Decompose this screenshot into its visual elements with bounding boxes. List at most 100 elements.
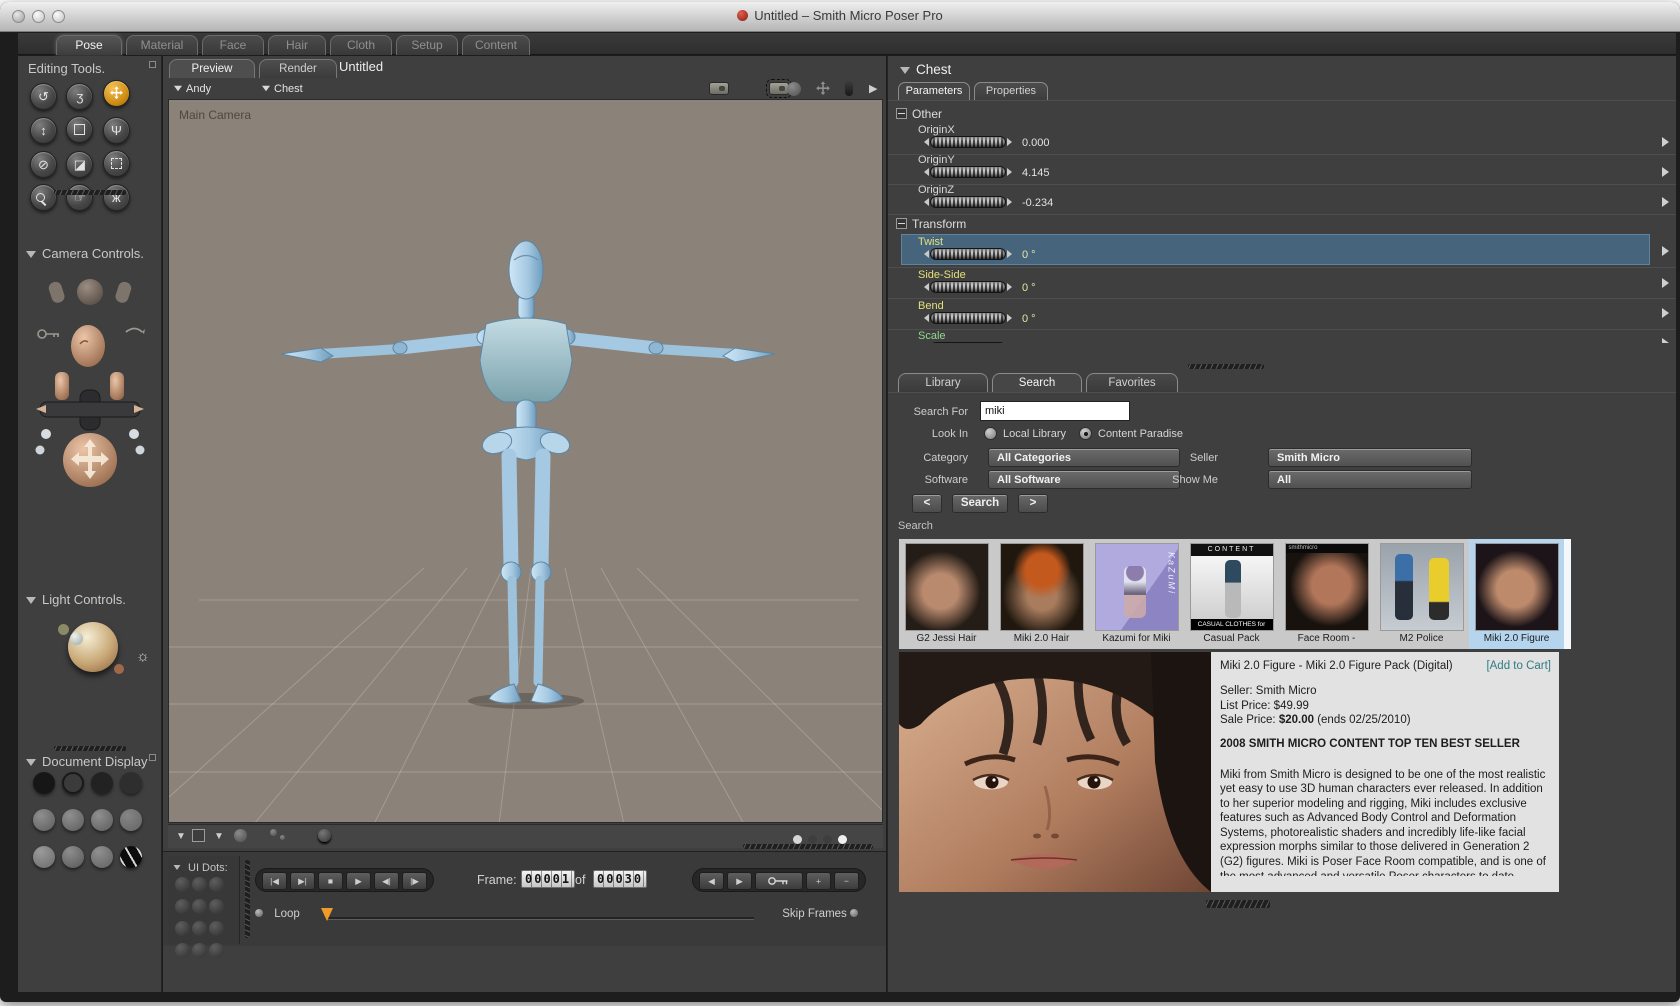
- tab-favorites[interactable]: Favorites: [1086, 373, 1178, 392]
- timeline-track[interactable]: [327, 917, 754, 920]
- anim-drag-handle[interactable]: [245, 860, 250, 938]
- category-dropdown[interactable]: All Categories: [988, 448, 1180, 467]
- radio-local-library-label[interactable]: Local Library: [1003, 428, 1066, 440]
- camera-controls-cluster[interactable]: [30, 268, 150, 490]
- edit-key-button[interactable]: [755, 872, 803, 890]
- camera-view-icon[interactable]: [709, 82, 729, 95]
- radio-content-paradise[interactable]: [1079, 427, 1092, 440]
- param-originx-value[interactable]: 0.000: [1022, 137, 1050, 149]
- tool-translate[interactable]: [102, 80, 130, 107]
- ui-dot[interactable]: [192, 921, 207, 936]
- tool-view-magnifier[interactable]: [30, 184, 57, 211]
- tab-properties[interactable]: Properties: [974, 82, 1048, 100]
- tab-search[interactable]: Search: [992, 373, 1082, 392]
- tool-direct-manipulation[interactable]: ж: [102, 184, 130, 211]
- loop-toggle[interactable]: [255, 909, 263, 917]
- tab-face[interactable]: Face: [202, 35, 264, 55]
- display-mode-cartoon[interactable]: [120, 809, 142, 831]
- ui-dot[interactable]: [209, 943, 224, 958]
- light-dot-3[interactable]: [114, 664, 124, 674]
- tracking-fast-icon[interactable]: [270, 829, 277, 836]
- display-mode-sketch[interactable]: [120, 846, 142, 868]
- tab-setup[interactable]: Setup: [396, 35, 458, 55]
- tab-preview[interactable]: Preview: [169, 59, 255, 78]
- ui-dot[interactable]: [192, 899, 207, 914]
- display-mode-texture-shaded[interactable]: [91, 846, 113, 868]
- sun-icon[interactable]: ☼: [136, 648, 150, 665]
- ui-dot[interactable]: [192, 877, 207, 892]
- tab-material[interactable]: Material: [126, 35, 198, 55]
- trackball-mini-icon[interactable]: [787, 82, 801, 96]
- light-dot-2[interactable]: [70, 632, 83, 645]
- tool-grouping[interactable]: [102, 150, 130, 177]
- display-mode-flat-shaded[interactable]: [62, 809, 84, 831]
- hand-grab-icon[interactable]: [845, 81, 853, 96]
- param-originz-dial[interactable]: [924, 196, 1012, 208]
- param-bend-dial[interactable]: [924, 312, 1012, 324]
- tab-render[interactable]: Render: [259, 59, 337, 78]
- prev-key-button[interactable]: ◀: [699, 872, 724, 890]
- param-menu-arrow-icon[interactable]: [1662, 197, 1669, 207]
- tracking-ball-icon[interactable]: [234, 829, 247, 842]
- param-originy-value[interactable]: 4.145: [1022, 167, 1050, 179]
- display-mode-flat-lined[interactable]: [91, 809, 113, 831]
- software-dropdown[interactable]: All Software: [988, 470, 1180, 489]
- total-frames-counter[interactable]: 00030: [593, 870, 648, 888]
- tab-hair[interactable]: Hair: [268, 35, 326, 55]
- param-twist-value[interactable]: 0 °: [1022, 249, 1036, 261]
- right-drag-handle[interactable]: [1188, 364, 1264, 369]
- result-m2-police[interactable]: M2 Police: [1374, 539, 1469, 649]
- add-key-button[interactable]: +: [806, 872, 831, 890]
- current-frame-counter[interactable]: 00001: [521, 870, 576, 888]
- display-mode-outline[interactable]: [62, 772, 84, 794]
- tool-twist[interactable]: ʒ: [66, 83, 94, 110]
- param-menu-arrow-icon[interactable]: [1662, 338, 1669, 343]
- result-miki-20-hair[interactable]: Miki 2.0 Hair: [994, 539, 1089, 649]
- tool-scale[interactable]: [66, 116, 94, 143]
- result-kazumi-for-miki[interactable]: KaZuMi Kazumi for Miki: [1089, 539, 1184, 649]
- last-frame-button[interactable]: ▶|: [290, 872, 315, 890]
- part-dropdown[interactable]: Chest: [261, 83, 303, 95]
- param-menu-arrow-icon[interactable]: [1662, 278, 1669, 288]
- display-mode-hidden-line[interactable]: [120, 772, 142, 794]
- collapse-triangle-icon[interactable]: [26, 251, 36, 258]
- tab-library[interactable]: Library: [898, 373, 988, 392]
- viewport-main-camera[interactable]: Main Camera: [168, 99, 883, 823]
- collapse-group-transform[interactable]: [896, 218, 907, 229]
- param-originy-dial[interactable]: [924, 166, 1012, 178]
- result-face-room[interactable]: smithmicro Face Room -: [1279, 539, 1374, 649]
- param-sideside-value[interactable]: 0 °: [1022, 282, 1036, 294]
- param-sideside-dial[interactable]: [924, 281, 1012, 293]
- tool-morphing[interactable]: ☞: [66, 184, 94, 211]
- ui-dot[interactable]: [175, 899, 190, 914]
- param-menu-arrow-icon[interactable]: [1662, 167, 1669, 177]
- collapse-triangle-icon[interactable]: [173, 865, 181, 870]
- detail-horizontal-scrollbar[interactable]: [1206, 900, 1270, 908]
- palette-corner-box[interactable]: [149, 754, 156, 761]
- play-button[interactable]: ▶: [346, 872, 371, 890]
- display-mode-wireframe[interactable]: [91, 772, 113, 794]
- sidebar-drag-handle-2[interactable]: [54, 746, 126, 751]
- display-mode-smooth-lined[interactable]: [62, 846, 84, 868]
- radio-content-paradise-label[interactable]: Content Paradise: [1098, 428, 1183, 440]
- param-originx-dial[interactable]: [924, 136, 1012, 148]
- frame-select-box-icon[interactable]: [192, 829, 205, 842]
- center-drag-handle[interactable]: [743, 844, 873, 849]
- display-mode-smooth-shaded[interactable]: [33, 846, 55, 868]
- stop-button[interactable]: ■: [318, 872, 343, 890]
- step-forward-button[interactable]: |▶: [402, 872, 427, 890]
- ui-dot[interactable]: [175, 921, 190, 936]
- param-menu-arrow-icon[interactable]: [1662, 137, 1669, 147]
- next-page-button[interactable]: >: [1018, 494, 1048, 513]
- move-cross-icon[interactable]: [815, 81, 831, 97]
- timeline-playhead[interactable]: [321, 908, 333, 921]
- collapse-triangle-icon[interactable]: [26, 759, 36, 766]
- display-mode-silhouette[interactable]: [33, 772, 55, 794]
- tab-content[interactable]: Content: [462, 35, 530, 55]
- tracking-mid-icon[interactable]: [280, 835, 285, 840]
- selected-part-header[interactable]: Chest: [900, 62, 951, 77]
- delete-key-button[interactable]: −: [834, 872, 859, 890]
- ui-dot[interactable]: [192, 943, 207, 958]
- ui-dot[interactable]: [209, 899, 224, 914]
- skip-frames-toggle[interactable]: [850, 909, 858, 917]
